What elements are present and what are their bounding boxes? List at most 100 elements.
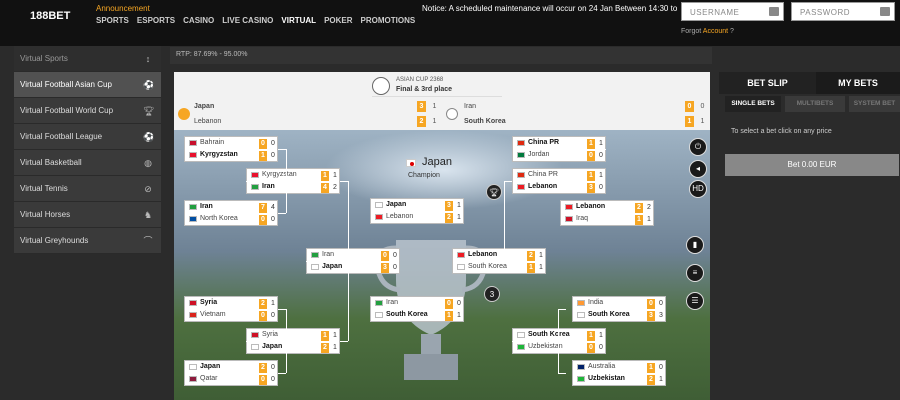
score: 0 xyxy=(259,311,267,321)
tab-system-bet[interactable]: SYSTEM BET xyxy=(849,96,900,112)
team-name: Qatar xyxy=(200,375,218,382)
flag-icon xyxy=(311,264,319,270)
match-box[interactable]: China PR 1 1 Jordan 0 0 xyxy=(512,136,606,162)
flag-icon xyxy=(577,376,585,382)
sound-icon[interactable]: ◂ xyxy=(689,160,707,178)
forgot-account-link[interactable]: Account xyxy=(703,28,728,35)
announcement-link[interactable]: Announcement xyxy=(96,4,150,13)
team-name: Japan xyxy=(200,363,221,370)
flag-icon xyxy=(517,172,525,178)
team-name: Vietnam xyxy=(200,311,226,318)
match-box[interactable]: Australia 1 0 Uzbekistan 2 1 xyxy=(572,360,666,386)
team-name: Japan xyxy=(194,103,215,110)
password-field[interactable]: PASSWORD xyxy=(791,2,895,21)
sidebar-item-basketball[interactable]: Virtual Basketball ◍ xyxy=(14,150,161,176)
az-sort-icon[interactable]: ↕ xyxy=(143,54,153,64)
match-box[interactable]: Iran 0 0 South Korea 1 1 xyxy=(370,296,464,322)
flag-icon xyxy=(251,344,259,350)
match-box[interactable]: Iran 7 4 North Korea 0 0 xyxy=(184,200,278,226)
sidebar-item-football-league[interactable]: Virtual Football League ⚽ xyxy=(14,124,161,150)
match-box[interactable]: Syria 2 1 Vietnam 0 0 xyxy=(184,296,278,322)
match-box[interactable]: Japan 2 0 Qatar 0 0 xyxy=(184,360,278,386)
username-placeholder: USERNAME xyxy=(690,8,740,17)
power-icon[interactable]: ⏻ xyxy=(689,138,707,156)
match-box[interactable]: China PR 1 1 Lebanon 3 0 xyxy=(512,168,606,194)
score-ht: 4 xyxy=(271,204,275,211)
team-name: Syria xyxy=(262,331,278,338)
sidebar-item-greyhounds[interactable]: Virtual Greyhounds ⌒ xyxy=(14,228,161,254)
tab-multibets[interactable]: MULTIBETS xyxy=(785,96,845,112)
bracket-line xyxy=(286,149,287,213)
tab-my-bets[interactable]: MY BETS xyxy=(816,72,900,94)
match-box[interactable]: Bahrain 0 0 Kyrgyzstan 1 0 xyxy=(184,136,278,162)
sidebar-header: Virtual Sports ↕ xyxy=(14,46,161,72)
stats-icon[interactable]: ▮ xyxy=(686,236,704,254)
flag-icon xyxy=(577,312,585,318)
score: 1 xyxy=(635,215,643,225)
maintenance-notice: Notice: A scheduled maintenance will occ… xyxy=(422,4,678,13)
list-icon[interactable]: ≡ xyxy=(686,264,704,282)
nav-virtual[interactable]: VIRTUAL xyxy=(281,16,316,25)
champion-team: Japan xyxy=(422,156,452,168)
tab-bet-slip[interactable]: BET SLIP xyxy=(719,72,816,94)
forgot-label: Forgot xyxy=(681,28,702,35)
score-ht: 1 xyxy=(457,214,461,221)
nav-poker[interactable]: POKER xyxy=(324,16,352,25)
nav-sports[interactable]: SPORTS xyxy=(96,16,129,25)
score-ht: 1 xyxy=(659,376,663,383)
champion-caption: Champion xyxy=(408,172,440,179)
score: 1 xyxy=(587,331,595,341)
sidebar-item-horses[interactable]: Virtual Horses ♞ xyxy=(14,202,161,228)
bracket-line xyxy=(558,309,566,310)
sidebar-item-tennis[interactable]: Virtual Tennis ⊘ xyxy=(14,176,161,202)
tab-single-bets[interactable]: SINGLE BETS xyxy=(725,96,781,112)
virtual-sports-sidebar: Virtual Sports ↕ Virtual Football Asian C… xyxy=(14,46,161,254)
flag-icon xyxy=(457,264,465,270)
brand-logo[interactable]: 188BET xyxy=(30,10,78,24)
place-bet-button[interactable]: Bet 0.00 EUR xyxy=(725,154,899,176)
nav-promotions[interactable]: PROMOTIONS xyxy=(361,16,416,25)
nav-live-casino[interactable]: LIVE CASINO xyxy=(222,16,273,25)
keyboard-icon[interactable] xyxy=(880,7,890,16)
bracket-line xyxy=(340,181,348,182)
nav-casino[interactable]: CASINO xyxy=(183,16,214,25)
flag-icon xyxy=(189,216,197,222)
bracket-line xyxy=(278,309,286,310)
sidebar-item-asian-cup[interactable]: Virtual Football Asian Cup ⚽ xyxy=(14,72,161,98)
team-name: Iran xyxy=(386,299,399,306)
match-team-row: Australia 1 0 xyxy=(573,362,667,374)
bet-slip-tabs: BET SLIP MY BETS xyxy=(719,72,900,94)
nav-esports[interactable]: ESPORTS xyxy=(137,16,175,25)
match-box[interactable]: Japan 3 1 Lebanon 2 1 xyxy=(370,198,464,224)
match-box[interactable]: India 0 0 South Korea 3 3 xyxy=(572,296,666,322)
match-box[interactable]: Lebanon 2 1 South Korea 1 1 xyxy=(452,248,546,274)
score-ht: 0 xyxy=(659,300,663,307)
results-icon[interactable]: ☰ xyxy=(686,292,704,310)
match-team-row: Japan 2 1 xyxy=(247,342,341,354)
sidebar-item-world-cup[interactable]: Virtual Football World Cup 🏆︎ xyxy=(14,98,161,124)
third-place-row: South Korea 1 1 xyxy=(444,115,710,129)
score: 2 xyxy=(635,203,643,213)
hd-icon[interactable]: HD xyxy=(689,180,707,198)
team-name: South Korea xyxy=(386,311,428,318)
bracket-line xyxy=(598,149,606,150)
flag-icon xyxy=(375,300,383,306)
score-ht: 0 xyxy=(599,344,603,351)
team-name: Australia xyxy=(588,363,616,370)
team-name: Kyrgyzstan xyxy=(200,151,238,158)
match-box[interactable]: Lebanon 2 2 Iraq 1 1 xyxy=(560,200,654,226)
sidebar-label: Virtual Horses xyxy=(20,210,71,219)
keyboard-icon[interactable] xyxy=(769,7,779,16)
top-bar: 188BET Announcement SPORTS ESPORTS CASIN… xyxy=(0,0,900,46)
bracket-line xyxy=(558,309,559,373)
flag-icon xyxy=(375,202,383,208)
team-name: Iran xyxy=(464,103,477,110)
score: 7 xyxy=(259,203,267,213)
match-team-row: Uzbekistan 2 1 xyxy=(573,374,667,386)
score-ht: 1 xyxy=(599,140,603,147)
bracket-stage: ASIAN CUP 2368 Final & 3rd place Japan 3… xyxy=(174,72,710,400)
username-field[interactable]: USERNAME xyxy=(681,2,784,21)
score-ht: 0 xyxy=(457,300,461,307)
match-team-row: South Korea 3 3 xyxy=(573,310,667,322)
team-name: Bahrain xyxy=(200,139,225,146)
